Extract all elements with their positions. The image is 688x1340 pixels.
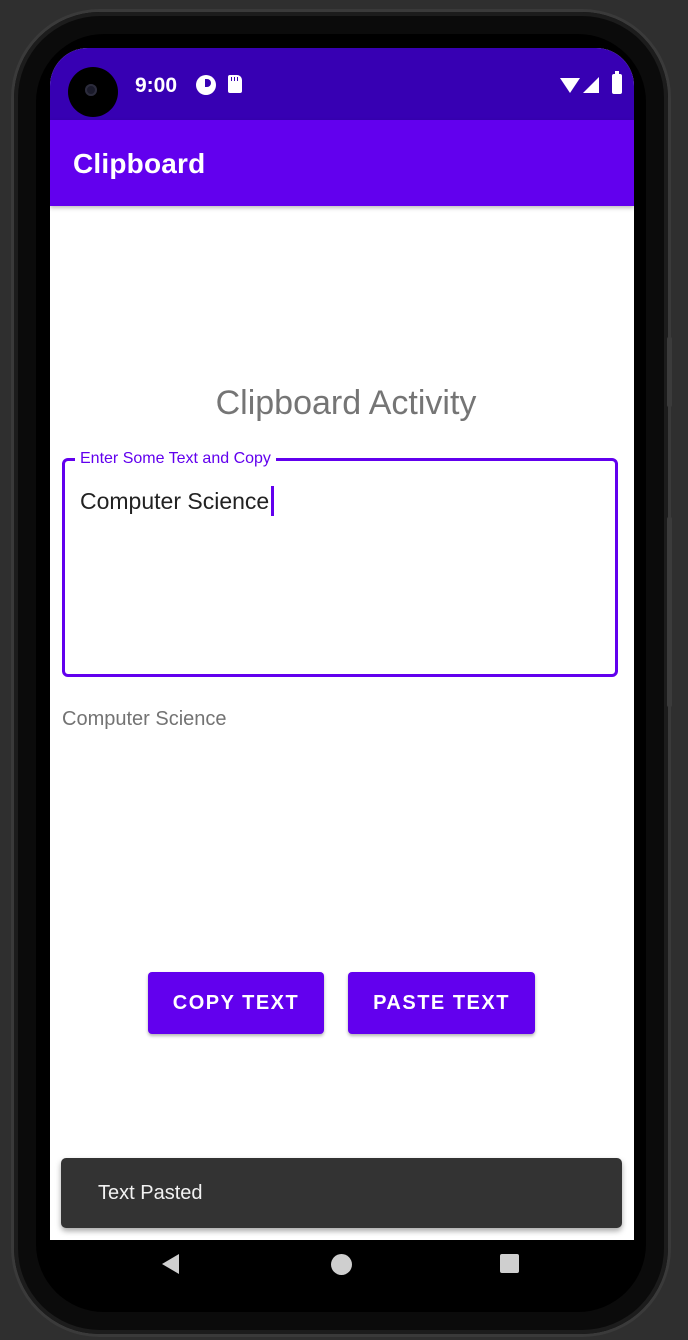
camera-cutout-icon <box>68 67 118 117</box>
app-screen: 9:00 Clipboard Clipboard Activity Enter … <box>50 48 634 1240</box>
page-heading: Clipboard Activity <box>215 384 477 422</box>
status-time: 9:00 <box>135 74 178 97</box>
home-icon[interactable] <box>331 1254 352 1275</box>
app-bar: Clipboard <box>50 120 634 206</box>
navigation-bar <box>50 1240 634 1308</box>
back-icon[interactable] <box>162 1254 179 1274</box>
text-input-value[interactable]: Computer Science <box>80 488 269 515</box>
power-button <box>667 517 672 707</box>
wifi-icon <box>560 78 580 93</box>
text-input-field[interactable]: Enter Some Text and Copy Computer Scienc… <box>62 449 618 677</box>
sd-card-icon <box>228 75 242 93</box>
snackbar-message: Text Pasted <box>98 1182 203 1204</box>
battery-icon <box>612 71 622 94</box>
text-cursor <box>271 486 275 516</box>
text-input-label: Enter Some Text and Copy <box>75 449 276 469</box>
recents-icon[interactable] <box>500 1254 519 1273</box>
snackbar: Text Pasted <box>61 1158 622 1228</box>
volume-button <box>667 337 672 407</box>
status-bar: 9:00 <box>50 48 634 120</box>
signal-icon <box>583 77 599 93</box>
copy-text-button[interactable]: COPY TEXT <box>148 972 324 1034</box>
notification-icon <box>196 75 216 95</box>
app-title: Clipboard <box>73 148 206 179</box>
paste-text-button[interactable]: PASTE TEXT <box>348 972 535 1034</box>
pasted-text-view: Computer Science <box>62 708 227 730</box>
text-input-value-row[interactable]: Computer Science <box>80 486 275 516</box>
